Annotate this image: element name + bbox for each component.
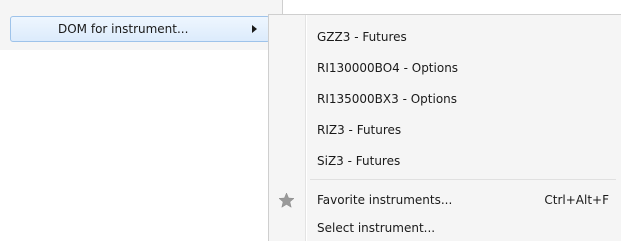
menu-item-label: Select instrument... bbox=[317, 221, 436, 235]
menu-item-gzz3-futures[interactable]: GZZ3 - Futures bbox=[269, 25, 621, 49]
menu-item-riz3-futures[interactable]: RIZ3 - Futures bbox=[269, 118, 621, 142]
star-icon bbox=[278, 192, 295, 209]
menu-separator bbox=[310, 179, 616, 180]
menu-item-ri135000bx3-options[interactable]: RI135000BX3 - Options bbox=[269, 87, 621, 111]
instrument-submenu: GZZ3 - Futures RI130000BO4 - Options RI1… bbox=[268, 14, 621, 241]
menu-item-ri130000bo4-options[interactable]: RI130000BO4 - Options bbox=[269, 56, 621, 80]
shortcut-label: Ctrl+Alt+F bbox=[544, 193, 609, 207]
menu-item-label: RI130000BO4 - Options bbox=[317, 61, 459, 75]
menu-item-siz3-futures[interactable]: SiZ3 - Futures bbox=[269, 149, 621, 173]
menu-item-favorite-instruments[interactable]: Favorite instruments... Ctrl+Alt+F bbox=[269, 188, 621, 212]
submenu-arrow-icon bbox=[252, 25, 257, 33]
screen: DOM for instrument... GZZ3 - Futures RI1… bbox=[0, 0, 621, 241]
menu-item-label: RI135000BX3 - Options bbox=[317, 92, 458, 106]
dom-for-instrument-label: DOM for instrument... bbox=[58, 22, 189, 36]
menu-item-label: SiZ3 - Futures bbox=[317, 154, 401, 168]
menu-item-select-instrument[interactable]: Select instrument... bbox=[269, 216, 621, 240]
menu-item-label: Favorite instruments... bbox=[317, 193, 453, 207]
menu-item-label: GZZ3 - Futures bbox=[317, 30, 407, 44]
menu-item-label: RIZ3 - Futures bbox=[317, 123, 402, 137]
parent-context-menu: DOM for instrument... bbox=[0, 0, 283, 50]
dom-for-instrument-menu-item[interactable]: DOM for instrument... bbox=[10, 16, 270, 42]
